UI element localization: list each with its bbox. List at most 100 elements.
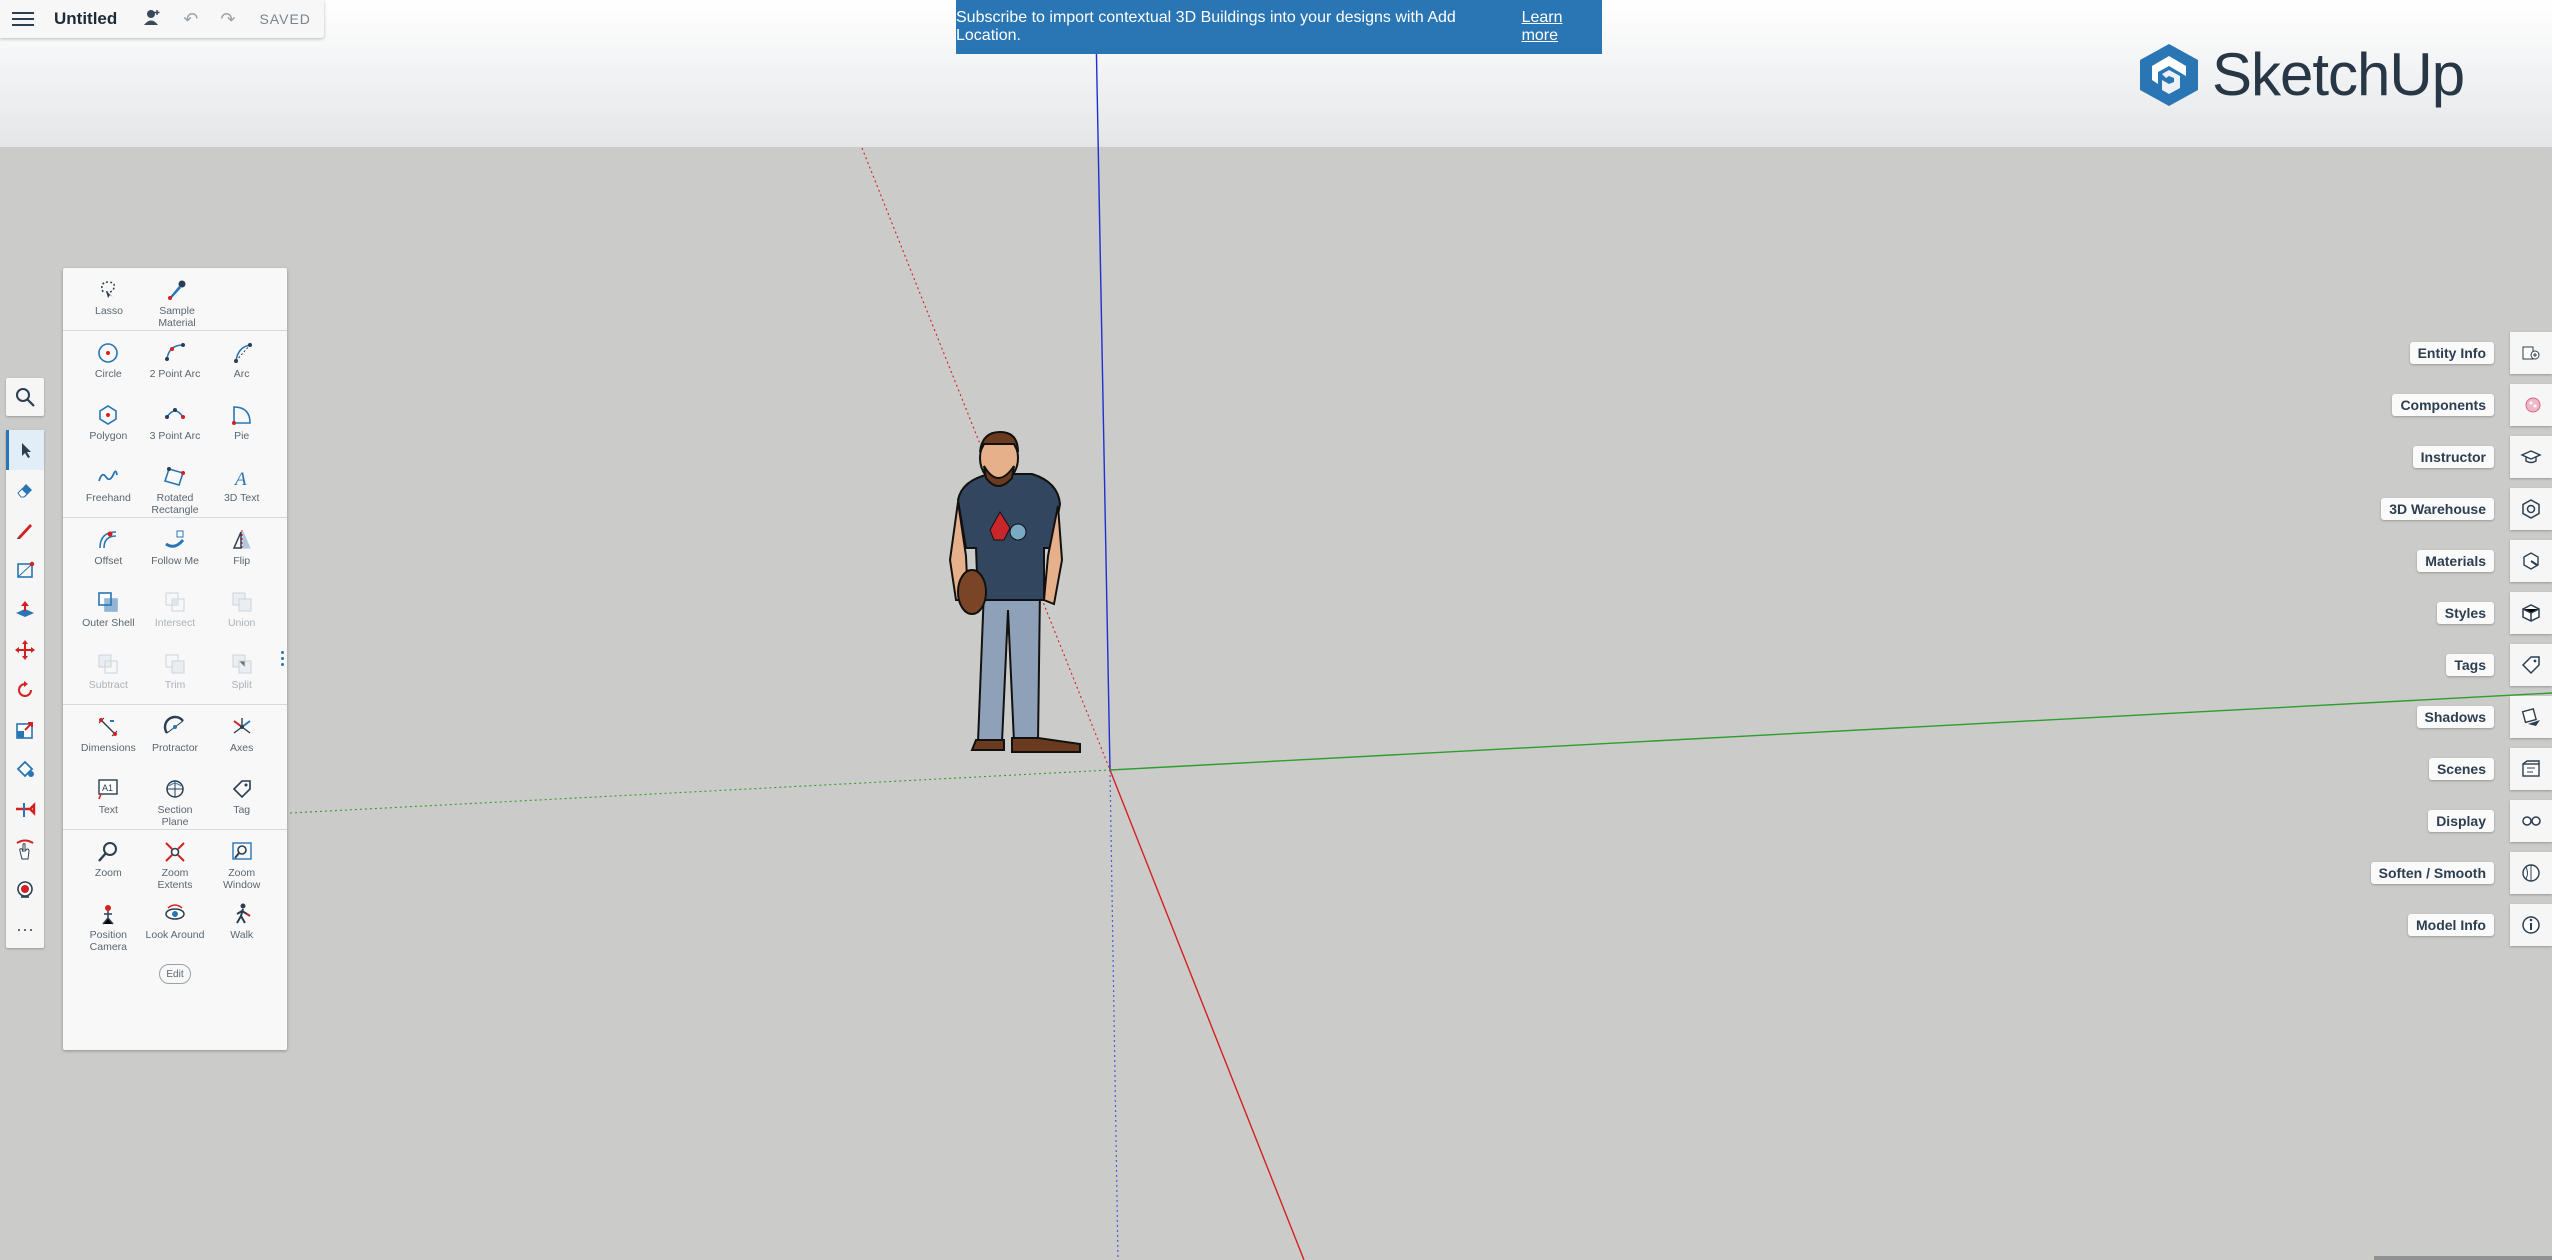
select-tool[interactable] bbox=[6, 430, 44, 470]
rotated-rectangle-tool[interactable]: Rotated Rectangle bbox=[142, 455, 209, 517]
arc-tool[interactable]: Arc bbox=[208, 331, 275, 393]
tool-label: Tag bbox=[233, 804, 251, 816]
banner-text: Subscribe to import contextual 3D Buildi… bbox=[956, 9, 1456, 44]
panel-label[interactable]: Soften / Smooth bbox=[2370, 862, 2494, 884]
panel-label[interactable]: Tags bbox=[2446, 654, 2494, 676]
entity-info-button[interactable] bbox=[2510, 332, 2552, 374]
tool-label: Rotated Rectangle bbox=[151, 492, 199, 516]
axes-tool[interactable]: Axes bbox=[208, 705, 275, 767]
section-plane-tool[interactable]: Section Plane bbox=[142, 767, 209, 829]
panel-tags[interactable]: Tags bbox=[2446, 644, 2552, 686]
scale-figure[interactable] bbox=[948, 430, 1081, 753]
3-point-arc-tool[interactable]: 3 Point Arc bbox=[142, 393, 209, 455]
styles-button[interactable] bbox=[2510, 592, 2552, 634]
panel-display[interactable]: Display bbox=[2428, 800, 2552, 842]
lasso-tool[interactable]: Lasso bbox=[75, 268, 143, 330]
tag-tool[interactable]: Tag bbox=[208, 767, 275, 829]
push-pull-tool[interactable] bbox=[6, 590, 44, 630]
document-title[interactable]: Untitled bbox=[54, 9, 117, 29]
tool-label: Freehand bbox=[85, 492, 131, 504]
paint-bucket-tool[interactable] bbox=[6, 750, 44, 790]
panel-shadows[interactable]: Shadows bbox=[2416, 696, 2552, 738]
pencil-line-tool[interactable] bbox=[6, 510, 44, 550]
shadows-button[interactable] bbox=[2510, 696, 2552, 738]
panel-label[interactable]: 3D Warehouse bbox=[2381, 498, 2494, 520]
panel-label[interactable]: Components bbox=[2392, 394, 2494, 416]
3d-text-tool[interactable]: A 3D Text bbox=[208, 455, 275, 517]
panel-soften-smooth[interactable]: Soften / Smooth bbox=[2370, 852, 2552, 894]
sample-material-tool[interactable]: Sample Material bbox=[143, 268, 211, 330]
more-tools-button[interactable]: ⋯ bbox=[6, 910, 44, 950]
tool-label: Offset bbox=[94, 555, 123, 567]
scale-tool[interactable] bbox=[6, 710, 44, 750]
instructor-button[interactable] bbox=[2510, 436, 2552, 478]
zoom-tool[interactable]: Zoom bbox=[75, 830, 142, 892]
zoom-extents-tool[interactable]: Zoom Extents bbox=[142, 830, 209, 892]
zoom-window-tool[interactable]: Zoom Window bbox=[208, 830, 275, 892]
2-point-arc-tool[interactable]: 2 Point Arc bbox=[142, 331, 209, 393]
panel-label[interactable]: Display bbox=[2428, 810, 2494, 832]
panel-instructor[interactable]: Instructor bbox=[2412, 436, 2552, 478]
protractor-tool[interactable]: Protractor bbox=[142, 705, 209, 767]
tags-button[interactable] bbox=[2510, 644, 2552, 686]
panel-entity-info[interactable]: Entity Info bbox=[2409, 332, 2552, 374]
orbit-tool[interactable] bbox=[6, 830, 44, 870]
freehand-tool[interactable]: Freehand bbox=[75, 455, 142, 517]
panel-label[interactable]: Instructor bbox=[2412, 446, 2494, 468]
flip-tool[interactable]: Flip bbox=[208, 518, 275, 580]
dimensions-tool[interactable]: Dimensions bbox=[75, 705, 142, 767]
three-d-text-icon: A bbox=[233, 469, 247, 489]
text-tool[interactable]: A1 Text bbox=[75, 767, 142, 829]
edit-tools-button[interactable]: Edit bbox=[159, 964, 191, 984]
panel-scenes[interactable]: Scenes bbox=[2428, 748, 2552, 790]
undo-icon[interactable]: ↶ bbox=[183, 9, 198, 30]
display-button[interactable] bbox=[2510, 800, 2552, 842]
polygon-tool[interactable]: Polygon bbox=[75, 393, 142, 455]
model-viewport[interactable] bbox=[0, 0, 2552, 1260]
panel-label[interactable]: Scenes bbox=[2428, 758, 2494, 780]
walk-tool[interactable]: Walk bbox=[208, 892, 275, 954]
scenes-button[interactable] bbox=[2510, 748, 2552, 790]
offset-tool[interactable]: Offset bbox=[75, 518, 142, 580]
intersect-icon bbox=[165, 592, 185, 612]
rotate-tool[interactable] bbox=[6, 670, 44, 710]
location-tool[interactable] bbox=[6, 870, 44, 910]
panel-components[interactable]: Components bbox=[2392, 384, 2552, 426]
share-user-icon[interactable] bbox=[143, 8, 161, 31]
materials-button[interactable] bbox=[2510, 540, 2552, 582]
panel-label[interactable]: Model Info bbox=[2408, 914, 2494, 936]
search-icon bbox=[16, 388, 35, 407]
panel-model-info[interactable]: Model Info bbox=[2408, 904, 2552, 946]
sketchup-logo-icon bbox=[2140, 43, 2198, 106]
follow-me-icon bbox=[165, 530, 185, 548]
model-info-button[interactable] bbox=[2510, 904, 2552, 946]
circle-tool[interactable]: Circle bbox=[75, 331, 142, 393]
panel-styles[interactable]: Styles bbox=[2436, 592, 2552, 634]
look-around-tool[interactable]: Look Around bbox=[142, 892, 209, 954]
panel-materials[interactable]: Materials bbox=[2417, 540, 2552, 582]
hamburger-menu-icon[interactable] bbox=[12, 8, 34, 30]
panel-resize-handle[interactable] bbox=[281, 648, 284, 669]
panel-label[interactable]: Shadows bbox=[2416, 706, 2494, 728]
rectangle-tool[interactable] bbox=[6, 550, 44, 590]
pie-tool[interactable]: Pie bbox=[208, 393, 275, 455]
panel-label[interactable]: Styles bbox=[2436, 602, 2494, 624]
outer-shell-tool[interactable]: Outer Shell bbox=[75, 580, 142, 642]
components-button[interactable] bbox=[2510, 384, 2552, 426]
tape-measure-tool[interactable] bbox=[6, 790, 44, 830]
position-camera-tool[interactable]: Position Camera bbox=[75, 892, 142, 954]
move-tool[interactable] bbox=[6, 630, 44, 670]
3d-warehouse-button[interactable] bbox=[2510, 488, 2552, 530]
tool-row: Dimensions Protractor Axes bbox=[63, 704, 287, 767]
panel-label[interactable]: Materials bbox=[2417, 550, 2494, 572]
soften-smooth-button[interactable] bbox=[2510, 852, 2552, 894]
follow-me-tool[interactable]: Follow Me bbox=[142, 518, 209, 580]
panel-3d-warehouse[interactable]: 3D Warehouse bbox=[2381, 488, 2552, 530]
panel-label[interactable]: Entity Info bbox=[2409, 342, 2494, 364]
top-toolbar: Untitled ↶ ↷ SAVED bbox=[0, 0, 324, 38]
redo-icon[interactable]: ↷ bbox=[220, 9, 235, 30]
tool-label: Section Plane bbox=[157, 804, 193, 828]
search-tools-button[interactable] bbox=[6, 378, 44, 416]
learn-more-link[interactable]: Learn more bbox=[1522, 9, 1602, 45]
eraser-tool[interactable] bbox=[6, 470, 44, 510]
